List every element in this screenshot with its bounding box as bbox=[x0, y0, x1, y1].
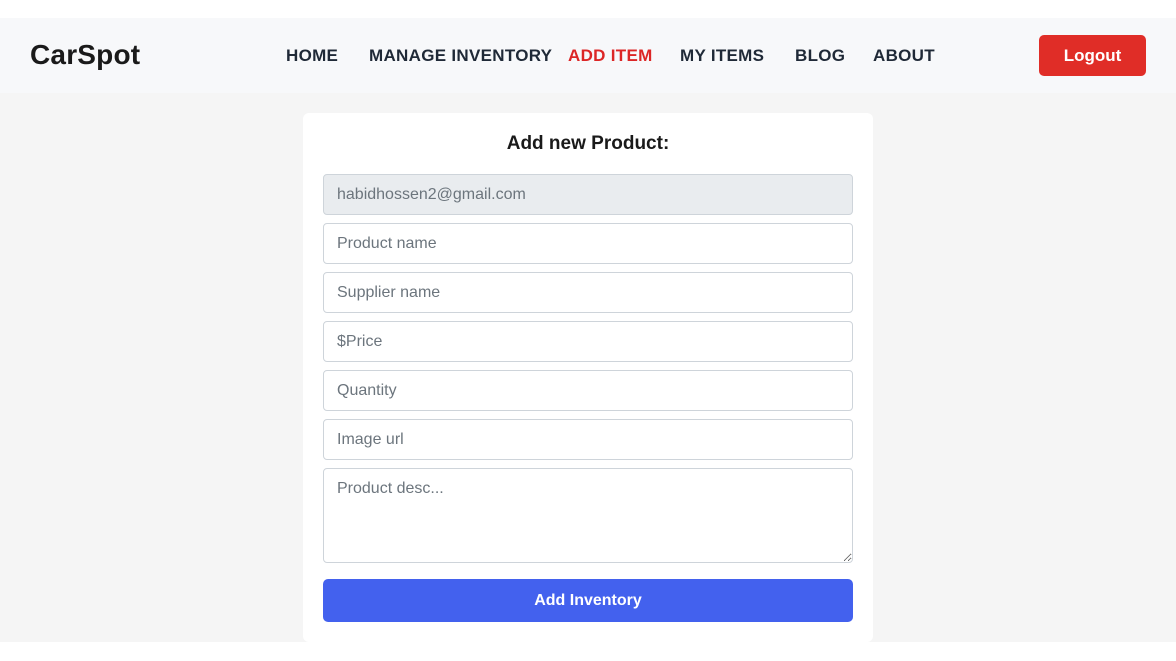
bottom-spacer bbox=[0, 642, 1176, 661]
brand-logo[interactable]: CarSpot bbox=[30, 39, 140, 71]
nav-blog[interactable]: BLOG bbox=[795, 46, 845, 66]
image-url-input[interactable] bbox=[323, 419, 853, 460]
top-spacer bbox=[0, 0, 1176, 18]
page: CarSpot HOME MANAGE INVENTORY ADD ITEM M… bbox=[0, 0, 1176, 661]
price-input[interactable] bbox=[323, 321, 853, 362]
nav-about[interactable]: ABOUT bbox=[873, 46, 935, 66]
nav-manage-inventory[interactable]: MANAGE INVENTORY bbox=[369, 46, 552, 66]
product-description-textarea[interactable] bbox=[323, 468, 853, 563]
product-name-input[interactable] bbox=[323, 223, 853, 264]
add-inventory-button[interactable]: Add Inventory bbox=[323, 579, 853, 622]
main-content: Add new Product: Add Inventory bbox=[0, 93, 1176, 642]
nav-my-items[interactable]: MY ITEMS bbox=[680, 46, 764, 66]
navbar: CarSpot HOME MANAGE INVENTORY ADD ITEM M… bbox=[0, 18, 1176, 93]
nav-home[interactable]: HOME bbox=[286, 46, 338, 66]
add-product-form: Add new Product: Add Inventory bbox=[303, 113, 873, 642]
supplier-name-input[interactable] bbox=[323, 272, 853, 313]
email-field bbox=[323, 174, 853, 215]
logout-button[interactable]: Logout bbox=[1039, 35, 1146, 76]
form-title: Add new Product: bbox=[506, 133, 670, 154]
quantity-input[interactable] bbox=[323, 370, 853, 411]
nav-add-item[interactable]: ADD ITEM bbox=[568, 46, 653, 66]
